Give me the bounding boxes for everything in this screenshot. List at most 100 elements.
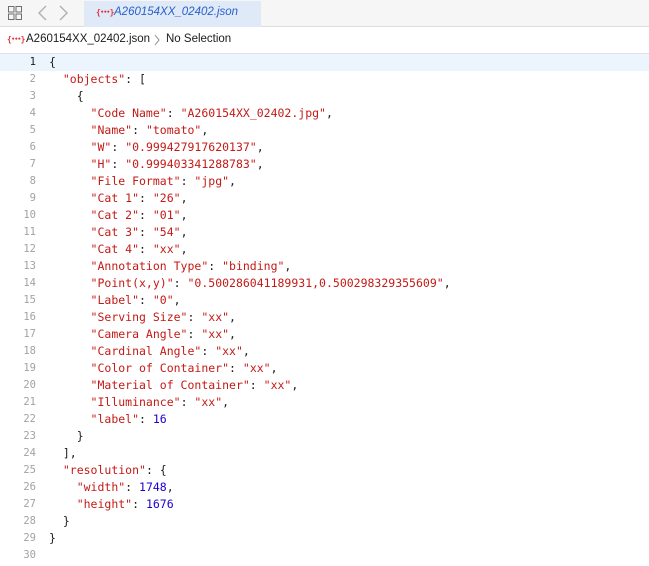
code-line[interactable]: 28 } (0, 513, 649, 530)
code-line[interactable]: 14 "Point(x,y)": "0.500286041189931,0.50… (0, 275, 649, 292)
punctuation-token: , (256, 157, 264, 171)
code-line[interactable]: 18 "Cardinal Angle": "xx", (0, 343, 649, 360)
punctuation-token: } (62, 514, 70, 528)
code-text: "Point(x,y)": "0.500286041189931,0.50029… (49, 275, 451, 292)
punctuation-token: : (249, 378, 264, 392)
code-line[interactable]: 19 "Color of Container": "xx", (0, 360, 649, 377)
code-line[interactable]: 2 "objects": [ (0, 71, 649, 88)
code-line[interactable]: 8 "File Format": "jpg", (0, 173, 649, 190)
punctuation-token: : (139, 412, 153, 426)
string-token: "Cat 2" (90, 208, 140, 222)
code-text: "Cat 3": "54", (49, 224, 188, 241)
string-token: "label" (90, 412, 140, 426)
string-token: "Name" (90, 123, 133, 137)
json-file-icon: {•••} (7, 35, 26, 44)
code-line[interactable]: 17 "Camera Angle": "xx", (0, 326, 649, 343)
punctuation-token: { (76, 89, 84, 103)
line-number: 30 (23, 549, 36, 561)
line-number: 4 (29, 107, 36, 119)
code-line[interactable]: 29} (0, 530, 649, 547)
line-number: 16 (23, 311, 36, 323)
code-line[interactable]: 22 "label": 16 (0, 411, 649, 428)
code-line[interactable]: 4 "Code Name": "A260154XX_02402.jpg", (0, 105, 649, 122)
punctuation-token: , (284, 259, 292, 273)
code-line[interactable]: 16 "Serving Size": "xx", (0, 309, 649, 326)
code-text: "Annotation Type": "binding", (49, 258, 292, 275)
code-line[interactable]: 27 "height": 1676 (0, 496, 649, 513)
code-line[interactable]: 15 "Label": "0", (0, 292, 649, 309)
editor-tab-active[interactable]: {•••} A260154XX_02402.json (84, 1, 261, 27)
line-number: 23 (23, 430, 36, 442)
code-line[interactable]: 1{ (0, 54, 649, 71)
back-chevron-icon[interactable] (36, 4, 50, 22)
code-line[interactable]: 3 { (0, 88, 649, 105)
code-line[interactable]: 5 "Name": "tomato", (0, 122, 649, 139)
string-token: "W" (90, 140, 112, 154)
code-line[interactable]: 30 (0, 547, 649, 564)
code-text: "Illuminance": "xx", (49, 394, 230, 411)
string-token: "Cardinal Angle" (90, 344, 202, 358)
code-line[interactable]: 10 "Cat 2": "01", (0, 207, 649, 224)
string-token: "0" (152, 293, 174, 307)
forward-chevron-icon[interactable] (56, 4, 70, 22)
punctuation-token: : (229, 361, 243, 375)
breadcrumb-file[interactable]: A260154XX_02402.json (26, 33, 150, 45)
punctuation-token: } (49, 531, 56, 545)
code-line[interactable]: 20 "Material of Container": "xx", (0, 377, 649, 394)
line-number: 20 (23, 379, 36, 391)
string-token: "jpg" (194, 174, 230, 188)
string-token: "xx" (201, 327, 230, 341)
code-line[interactable]: 26 "width": 1748, (0, 479, 649, 496)
line-number: 25 (23, 464, 36, 476)
code-line[interactable]: 11 "Cat 3": "54", (0, 224, 649, 241)
string-token: "0.500286041189931,0.500298329355609" (187, 276, 444, 290)
line-number: 29 (23, 532, 36, 544)
line-number: 26 (23, 481, 36, 493)
string-token: "Code Name" (90, 106, 167, 120)
string-token: "A260154XX_02402.jpg" (180, 106, 326, 120)
line-number: 22 (23, 413, 36, 425)
code-text: "Name": "tomato", (49, 122, 209, 139)
string-token: "Illuminance" (90, 395, 181, 409)
code-line[interactable]: 7 "H": "0.999403341288783", (0, 156, 649, 173)
code-text: "width": 1748, (49, 479, 174, 496)
code-text: } (49, 428, 84, 445)
tab-bar: {•••} A260154XX_02402.json (0, 0, 649, 27)
code-line[interactable]: 21 "Illuminance": "xx", (0, 394, 649, 411)
code-line[interactable]: 9 "Cat 1": "26", (0, 190, 649, 207)
punctuation-token: : (166, 106, 181, 120)
line-number: 5 (29, 124, 36, 136)
code-line[interactable]: 12 "Cat 4": "xx", (0, 241, 649, 258)
code-line[interactable]: 25 "resolution": { (0, 462, 649, 479)
line-number: 18 (23, 345, 36, 357)
line-number: 28 (23, 515, 36, 527)
code-line[interactable]: 24 ], (0, 445, 649, 462)
code-text: ], (49, 445, 77, 462)
code-line[interactable]: 13 "Annotation Type": "binding", (0, 258, 649, 275)
string-token: "xx" (152, 242, 181, 256)
code-line[interactable]: 23 } (0, 428, 649, 445)
string-token: "26" (152, 191, 181, 205)
breadcrumb-selection[interactable]: No Selection (166, 33, 231, 45)
code-editor[interactable]: 1{2 "objects": [3 {4 "Code Name": "A2601… (0, 54, 649, 566)
string-token: "resolution" (62, 463, 146, 477)
punctuation-token: : (125, 480, 140, 494)
code-line[interactable]: 6 "W": "0.999427917620137", (0, 139, 649, 156)
punctuation-token: : [ (125, 72, 146, 86)
string-token: "File Format" (90, 174, 181, 188)
string-token: "xx" (215, 344, 243, 358)
punctuation-token: , (222, 395, 230, 409)
string-token: "Cat 4" (90, 242, 140, 256)
code-text: "W": "0.999427917620137", (49, 139, 264, 156)
related-items-grid-icon[interactable] (8, 6, 22, 20)
string-token: "01" (152, 208, 181, 222)
code-text: } (49, 530, 56, 547)
punctuation-token: , (443, 276, 451, 290)
